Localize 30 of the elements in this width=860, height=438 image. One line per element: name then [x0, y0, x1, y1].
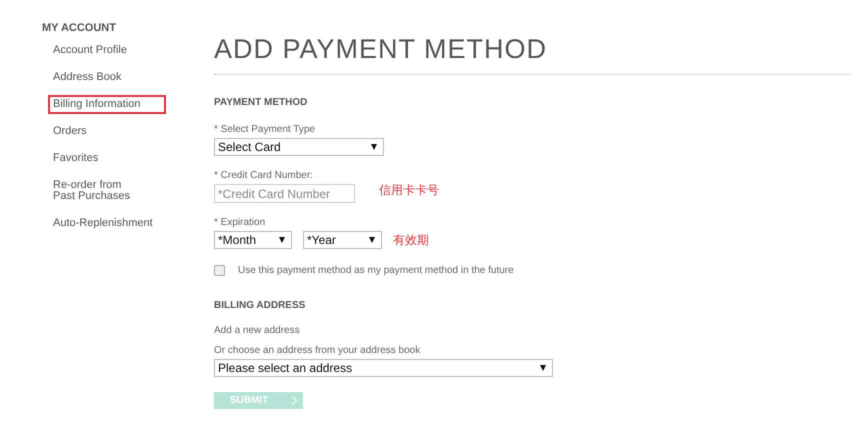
page-title: ADD PAYMENT METHOD [214, 34, 850, 75]
card-number-field[interactable]: *Credit Card Number [214, 184, 355, 203]
checkbox-label: Use this payment method as my payment method in the future [238, 265, 514, 276]
caret-icon [279, 237, 285, 243]
sidebar-link[interactable]: Orders [48, 122, 92, 141]
chevron-icon [292, 396, 297, 405]
sidebar-heading: MY ACCOUNT [42, 22, 117, 34]
caret-icon [369, 237, 375, 243]
section-heading: PAYMENT METHOD [214, 97, 308, 108]
sidebar-link[interactable]: Favorites [48, 149, 104, 168]
month-select[interactable]: *Month [214, 231, 292, 249]
checkbox[interactable] [214, 265, 225, 276]
payment-type-select[interactable]: Select Card [214, 138, 384, 156]
address-select[interactable]: Please select an address [214, 359, 553, 377]
sidebar-link[interactable]: Re-order from Past Purchases [48, 176, 136, 206]
annotation-note: 信用卡卡号 [379, 182, 439, 199]
field-label: Or choose an address from your address book [214, 345, 420, 356]
sidebar-link[interactable]: Address Book [48, 68, 126, 87]
sidebar-link[interactable]: Auto-Replenishment [48, 214, 158, 233]
field-label: * Expiration [214, 217, 266, 228]
add-address-link[interactable]: Add a new address [214, 325, 300, 336]
annotation-note: 有效期 [393, 232, 429, 248]
caret-icon [371, 144, 377, 150]
field-label: * Select Payment Type [214, 124, 315, 135]
year-select[interactable]: *Year [303, 231, 382, 249]
field-label: * Credit Card Number: [214, 170, 313, 181]
caret-icon [540, 365, 546, 371]
section-heading: BILLING ADDRESS [214, 300, 306, 311]
sidebar-link[interactable]: Billing Information [48, 95, 166, 114]
sidebar-link[interactable]: Account Profile [48, 41, 132, 60]
